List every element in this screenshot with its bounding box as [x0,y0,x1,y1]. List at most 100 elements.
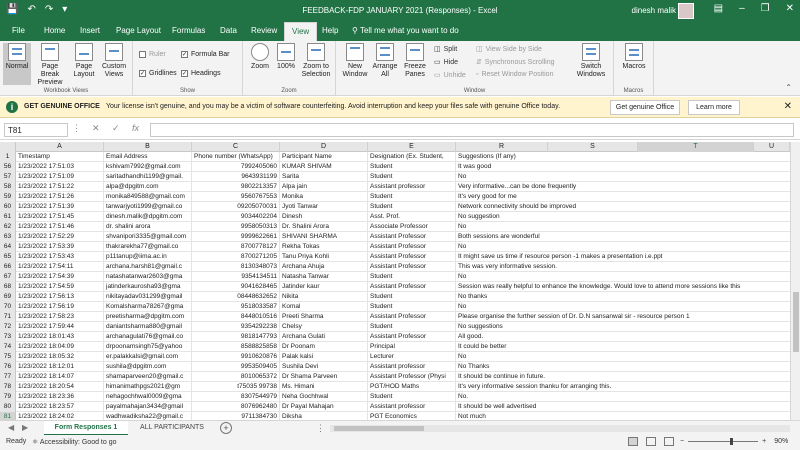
table-cell[interactable]: Assistant professor [368,362,456,372]
page-break-status-icon[interactable] [664,437,674,446]
macros-button[interactable]: Macros [618,43,650,71]
table-cell[interactable]: archanagulati76@gmail.co [104,332,192,342]
table-cell[interactable]: Principal [368,342,456,352]
row-header[interactable]: 58 [0,182,16,192]
table-cell[interactable]: drpoonamsingh75@yahoo [104,342,192,352]
split-button[interactable]: ◫ Split [434,45,457,54]
table-cell[interactable]: Diksha [280,412,368,420]
table-cell[interactable]: archana.harsh81@gmail.c [104,262,192,272]
row-header[interactable]: 63 [0,232,16,242]
table-cell[interactable]: 1/23/2022 17:54:39 [16,272,104,282]
table-cell[interactable]: 9354134511 [192,272,280,282]
table-cell[interactable]: It was good [456,162,548,172]
row-header[interactable]: 76 [0,362,16,372]
table-cell[interactable]: dr. shalini arora [104,222,192,232]
table-cell[interactable]: Student [368,272,456,282]
table-cell[interactable]: Tanu Priya Kohli [280,252,368,262]
table-cell[interactable]: No [456,172,548,182]
table-cell[interactable]: Session was really helpful to enhance th… [456,282,740,292]
table-cell[interactable]: No suggestion [456,212,548,222]
enter-icon[interactable]: ✓ [112,123,120,134]
table-cell[interactable]: Student [368,202,456,212]
gridlines-checkbox[interactable]: ✓ Gridlines [139,70,177,77]
table-cell[interactable]: wadhwadiksha22@gmail.c [104,412,192,420]
table-cell[interactable]: 9034402204 [192,212,280,222]
table-cell[interactable]: p11tanup@iima.ac.in [104,252,192,262]
column-header-u[interactable]: U [754,142,790,152]
row-header[interactable]: 57 [0,172,16,182]
custom-views-button[interactable]: Custom Views [99,43,129,79]
zoom-knob[interactable] [730,438,734,445]
column-header-t[interactable]: T [638,142,754,152]
table-cell[interactable]: Komal [280,302,368,312]
table-cell[interactable]: 9999622661 [192,232,280,242]
table-cell[interactable]: 1/23/2022 17:59:44 [16,322,104,332]
row-header[interactable]: 75 [0,352,16,362]
table-cell[interactable]: It's very good for me [456,192,548,202]
table-cell[interactable]: 1/23/2022 18:14:07 [16,372,104,382]
table-cell[interactable]: Assistant professor [368,402,456,412]
table-cell[interactable]: thakrarekha77@gmail.co [104,242,192,252]
table-cell[interactable]: Jatinder kaur [280,282,368,292]
table-cell[interactable]: Archana Gulati [280,332,368,342]
row-header[interactable]: 62 [0,222,16,232]
zoom-out-icon[interactable]: − [680,438,684,445]
cancel-icon[interactable]: ✕ [92,123,100,134]
table-cell[interactable]: Associate Professor [368,222,456,232]
row-header[interactable]: 68 [0,282,16,292]
table-cell[interactable]: Sarita [280,172,368,182]
table-cell[interactable]: 1/23/2022 18:05:32 [16,352,104,362]
column-title[interactable]: Designation (Ex. Student, [368,152,456,162]
zoom-button[interactable]: Zoom [247,43,273,71]
table-cell[interactable]: 9818147793 [192,332,280,342]
close-icon[interactable]: ✕ [786,3,794,14]
table-cell[interactable]: Palak kalsi [280,352,368,362]
row-header[interactable]: 66 [0,262,16,272]
arrange-all-button[interactable]: Arrange All [370,43,400,79]
table-cell[interactable]: 8700778127 [192,242,280,252]
column-header-d[interactable]: D [280,142,368,152]
reset-window-position-button[interactable]: ▫ Reset Window Position [476,71,553,78]
table-cell[interactable]: No. [456,392,548,402]
table-cell[interactable]: Student [368,322,456,332]
table-cell[interactable]: Sushila Devi [280,362,368,372]
table-cell[interactable]: 9711384730 [192,412,280,420]
row-header[interactable]: 72 [0,322,16,332]
table-cell[interactable]: 8588825858 [192,342,280,352]
synchronous-scrolling-button[interactable]: ⇵ Synchronous Scrolling [476,58,555,67]
table-cell[interactable]: 8307544979 [192,392,280,402]
table-cell[interactable]: Network connectivity should be improved [456,202,576,212]
table-cell[interactable]: 1/23/2022 17:54:59 [16,282,104,292]
table-cell[interactable]: Neha Gochhwal [280,392,368,402]
table-cell[interactable]: It should be well advertised [456,402,548,412]
table-cell[interactable]: Monika [280,192,368,202]
table-cell[interactable]: 9953509405 [192,362,280,372]
table-cell[interactable]: 7992405060 [192,162,280,172]
table-cell[interactable]: shamaparveen20@gmail.c [104,372,192,382]
table-cell[interactable]: No thanks [456,292,548,302]
table-cell[interactable]: No Thanks [456,362,548,372]
tab-page-layout[interactable]: Page Layout [116,26,161,35]
table-cell[interactable]: payalmahajan3434@gmail [104,402,192,412]
table-cell[interactable]: 08448632652 [192,292,280,302]
table-cell[interactable]: dinesh.malik@dpgitm.com [104,212,192,222]
table-cell[interactable]: 1/23/2022 17:53:43 [16,252,104,262]
view-side-by-side-button[interactable]: ◫ View Side by Side [476,45,542,54]
table-cell[interactable]: Assistant Professor [368,252,456,262]
table-cell[interactable]: 1/23/2022 17:51:22 [16,182,104,192]
table-cell[interactable]: SHIVANI SHARMA [280,232,368,242]
column-header-e[interactable]: E [368,142,456,152]
add-sheet-icon[interactable]: + [220,422,232,434]
ribbon-display-icon[interactable]: ▤ [714,3,723,14]
table-cell[interactable]: Assistant Professor [368,282,456,292]
table-cell[interactable]: er.palakkalsi@gmail.com [104,352,192,362]
column-title[interactable]: Participant Name [280,152,368,162]
table-cell[interactable]: 1/23/2022 17:51:09 [16,172,104,182]
headings-checkbox[interactable]: ✓ Headings [181,70,221,77]
switch-windows-button[interactable]: Switch Windows [572,43,610,79]
formula-input[interactable] [150,123,794,137]
table-cell[interactable]: daniantsharma880@gmail [104,322,192,332]
table-cell[interactable]: 8700271205 [192,252,280,262]
table-cell[interactable]: Komalsharma78267@gma [104,302,192,312]
avatar[interactable] [678,3,694,19]
